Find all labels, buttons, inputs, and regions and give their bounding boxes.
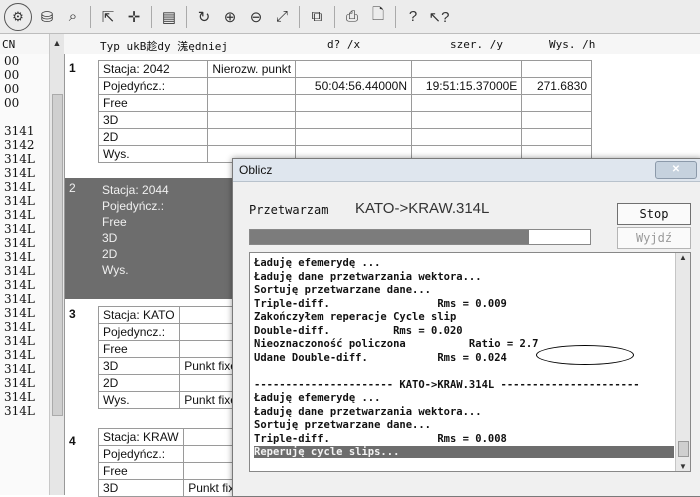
ratio-annotation-ellipse <box>536 345 634 365</box>
row-label: 2D <box>98 374 180 392</box>
log-line: Triple-diff. Rms = 0.008 <box>254 432 507 445</box>
scroll-down-arrow[interactable]: ▼ <box>676 462 690 471</box>
station-name: Stacja: KATO <box>98 306 180 324</box>
row-label: 3D <box>102 231 118 245</box>
close-icon[interactable]: ✕ <box>655 161 697 179</box>
station-table-grid: Stacja: KATO Pojedyncz.: Free 3D Punkt fi… <box>98 306 249 409</box>
row-label: Free <box>98 462 184 480</box>
scroll-up-arrow[interactable]: ▲ <box>50 36 64 50</box>
log-scrollbar[interactable]: ▲ ▼ <box>675 253 690 471</box>
progress-fill <box>250 230 529 244</box>
header-cn[interactable]: CN <box>2 38 15 51</box>
progress-bar <box>249 229 591 245</box>
preview-icon[interactable]: 🗋 <box>367 6 389 28</box>
header-d[interactable]: d? /x <box>327 38 360 51</box>
column-header: CN Typ ukB趁dy 溬ędniej d? /x szer. /y Wys… <box>0 34 700 55</box>
header-szer[interactable]: szer. /y <box>450 38 503 51</box>
refresh-icon[interactable]: ↻ <box>193 6 215 28</box>
row-label: Wys. <box>97 145 209 163</box>
whatsthis-icon[interactable]: ↖? <box>428 6 450 28</box>
log-line: Ładuję dane przetwarzania wektora... <box>254 405 482 418</box>
station-number: 1 <box>69 61 76 75</box>
log-line: ---------------------- KATO->KRAW.314L -… <box>254 378 640 391</box>
disk-icon[interactable]: ⛁ <box>36 6 58 28</box>
zoom-icon[interactable]: ⌕ <box>62 6 84 28</box>
crosshair-icon[interactable]: ✛ <box>123 6 145 28</box>
station-name: Stacja: KRAW <box>98 428 184 446</box>
row-label: 3D <box>97 111 209 129</box>
height: 271.6830 <box>521 77 592 95</box>
zoom-in-icon[interactable]: ⊕ <box>219 6 241 28</box>
row-label: Free <box>102 215 127 229</box>
scroll-thumb[interactable] <box>52 94 63 416</box>
row-label: Wys. <box>98 391 180 409</box>
calculate-dialog[interactable]: Oblicz ✕ Przetwarzam KATO->KRAW.314L Sto… <box>232 158 700 497</box>
print-icon[interactable]: ⎙ <box>341 6 363 28</box>
log-line: Ładuję efemerydę ... <box>254 392 381 404</box>
row-label: Free <box>98 340 180 358</box>
station-table-grid: Stacja: 2042 Nierozw. punkt Pojedyńcz.: 50… <box>97 60 592 163</box>
toolbar-divider <box>395 5 396 28</box>
row-label: 3D <box>98 479 184 497</box>
row-label: Pojedyńcz.: <box>102 199 165 213</box>
exit-button[interactable]: Wyjdź <box>617 227 691 249</box>
log-output[interactable]: Reperuję cycle slips... Triple-diff. Rms … <box>249 252 691 472</box>
zoom-fit-icon[interactable]: ⤢ <box>271 6 293 28</box>
table-icon[interactable]: ▤ <box>158 6 180 28</box>
scroll-up-arrow[interactable]: ▲ <box>676 253 690 262</box>
log-line: Sortuję przetwarzane dane... <box>254 284 432 296</box>
station-type: Nierozw. punkt <box>207 60 297 78</box>
station-name: Stacja: 2044 <box>102 183 169 197</box>
toolbar-divider <box>186 5 187 28</box>
row-label: 3D <box>98 357 180 375</box>
log-line: Zakończyłem reperacje Cycle slip <box>254 311 457 323</box>
station-number: 4 <box>69 434 76 448</box>
header-typ[interactable]: Typ ukB趁dy 溬ędniej <box>100 38 228 54</box>
help-icon[interactable]: ? <box>402 6 424 28</box>
toolbar-divider <box>299 5 300 28</box>
log-line: Triple-diff. Rms = 0.009 <box>254 297 507 310</box>
stop-button[interactable]: Stop <box>617 203 691 225</box>
row-label: 2D <box>102 247 118 261</box>
processing-target: KATO->KRAW.314L <box>355 200 490 217</box>
left-scrollbar[interactable]: ▲ <box>49 34 64 495</box>
station-number: 3 <box>69 307 76 321</box>
toolbar-divider <box>90 5 91 28</box>
zoom-out-icon[interactable]: ⊖ <box>245 6 267 28</box>
toolbar-divider <box>151 5 152 28</box>
row-label: Free <box>97 94 209 112</box>
station-number: 2 <box>69 181 76 195</box>
dialog-titlebar[interactable]: Oblicz ✕ <box>233 159 700 182</box>
layers-icon[interactable]: ⧉ <box>306 6 328 28</box>
latitude: 50:04:56.44000N <box>295 77 413 95</box>
calculate-icon[interactable]: ⚙ <box>4 2 32 31</box>
log-line: Ładuję dane przetwarzania wektora... <box>254 270 482 283</box>
log-line: Ładuję efemerydę ... <box>254 257 381 269</box>
row-label: Wys. <box>102 263 129 277</box>
log-line: Double-diff. Rms = 0.020 <box>254 324 463 337</box>
station-table-grid: Stacja: 2044 Pojedyńcz.: Free 3D 2D Wys. <box>98 182 236 278</box>
row-label: Pojedyncz.: <box>98 323 180 341</box>
row-label: Pojedyńcz.: <box>97 77 209 95</box>
row-label: Pojedyńcz.: <box>98 445 184 463</box>
header-wys[interactable]: Wys. /h <box>549 38 595 51</box>
dialog-title: Oblicz <box>239 163 273 177</box>
processing-label: Przetwarzam <box>249 203 329 217</box>
toolbar-divider <box>334 5 335 28</box>
log-line: Reperuję cycle slips... <box>254 446 674 458</box>
station-table-grid: Stacja: KRAW Pojedyńcz.: Free 3D Punkt fi… <box>98 428 253 497</box>
toolbar: ⚙ ⛁ ⌕ ⇱ ✛ ▤ ↻ ⊕ ⊖ ⤢ ⧉ ⎙ 🗋 ? ↖? <box>0 0 700 34</box>
longitude: 19:51:15.37000E <box>411 77 523 95</box>
log-line: Sortuję przetwarzane dane... <box>254 419 432 431</box>
cursor-icon[interactable]: ⇱ <box>97 6 119 28</box>
row-label: 2D <box>97 128 209 146</box>
station-name: Stacja: 2042 <box>97 60 209 78</box>
scroll-thumb[interactable] <box>678 441 689 457</box>
